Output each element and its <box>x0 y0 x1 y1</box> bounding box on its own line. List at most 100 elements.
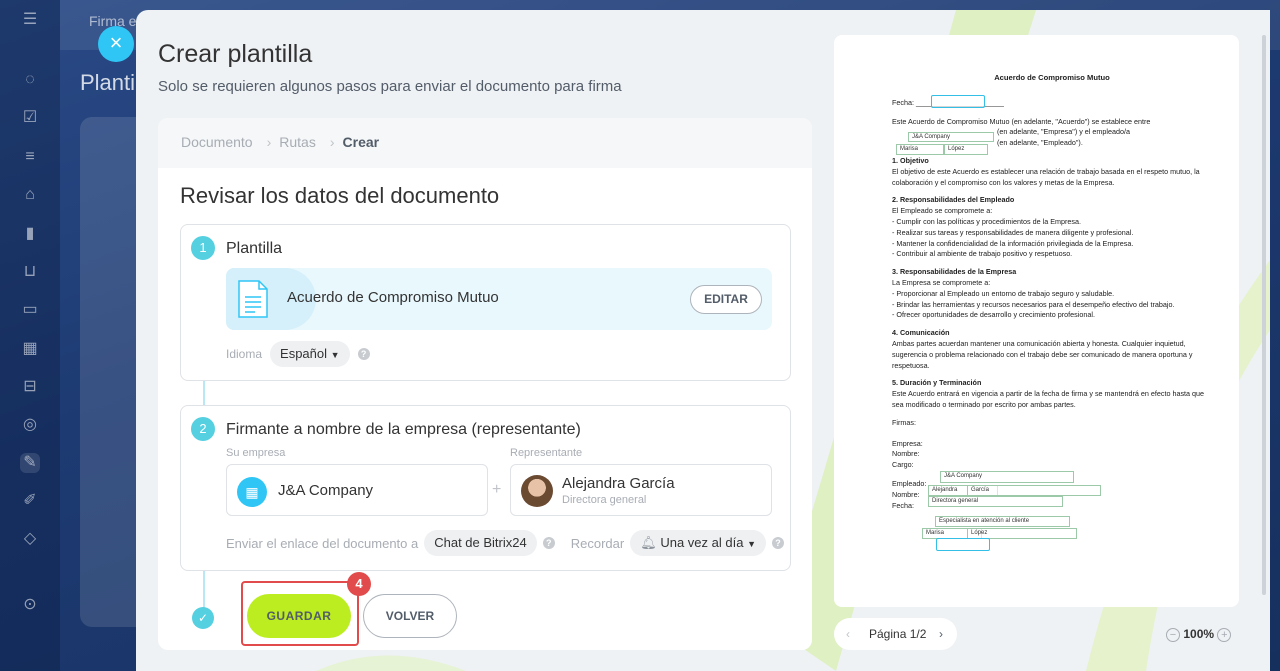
doc-sig-role-label: Cargo: <box>892 460 914 470</box>
breadcrumb-documento[interactable]: Documento <box>181 134 253 150</box>
language-label: Idioma <box>226 347 263 361</box>
doc-title: Acuerdo de Compromiso Mutuo <box>994 73 1110 82</box>
doc-s2-title: 2. Responsabilidades del Empleado <box>892 195 1015 205</box>
company-selector[interactable]: ▦ J&A Company <box>226 464 488 516</box>
doc-signatures-label: Firmas: <box>892 417 916 427</box>
representative-role: Directora general <box>562 494 647 506</box>
template-name: Acuerdo de Compromiso Mutuo <box>287 289 499 306</box>
template-heading: Plantilla <box>226 240 283 257</box>
send-link-select[interactable]: Chat de Bitrix24 <box>424 530 537 556</box>
contacts-icon[interactable]: ▭ <box>20 300 40 320</box>
shop-icon[interactable]: ⊔ <box>20 262 40 282</box>
doc-s4-title: 4. Comunicación <box>892 328 950 338</box>
zoom-in-icon[interactable]: + <box>1217 627 1232 642</box>
settings-icon[interactable]: ⊙ <box>20 595 40 615</box>
document-preview: Acuerdo de Compromiso Mutuo Fecha: _____… <box>834 35 1239 607</box>
zoom-out-icon[interactable]: − <box>1166 627 1180 642</box>
scrollbar[interactable] <box>1262 35 1266 595</box>
doc-s4-text: Ambas partes acuerdan mantener una comun… <box>892 338 1193 370</box>
plus-icon: + <box>492 481 502 498</box>
language-select[interactable]: Español ▼ <box>270 341 350 367</box>
doc-s3-title: 3. Responsabilidades de la Empresa <box>892 267 1017 277</box>
breadcrumb: Documento › Rutas › Crear <box>158 118 812 168</box>
employee-last-field[interactable]: López <box>944 144 988 155</box>
back-button[interactable]: VOLVER <box>363 594 457 638</box>
doc-s3-line: - Brindar las herramientas y recursos ne… <box>892 299 1175 309</box>
doc-intro-1: Este Acuerdo de Compromiso Mutuo (en ade… <box>892 116 1151 126</box>
edit-template-button[interactable]: EDITAR <box>690 285 762 314</box>
remind-select[interactable]: 🔔︎ Una vez al día ▼ <box>630 530 766 556</box>
zoom-control: − 100% + <box>1166 627 1232 642</box>
doc-s3-line: La Empresa se compromete a: <box>892 277 991 287</box>
send-link-label: Enviar el enlace del documento a <box>226 535 419 551</box>
doc-s5-text: Este Acuerdo entrará en vigencia a parti… <box>892 389 1205 409</box>
breadcrumb-rutas[interactable]: Rutas <box>279 134 316 150</box>
help-icon[interactable]: ? <box>357 348 370 360</box>
step-number: 2 <box>191 417 215 441</box>
left-menu: ☰ ◌ ☑ ≡ ⌂ ▮ ⊔ ▭ ▦ ⊟ ◎ ✎ ✐ ◇ ⊙ <box>0 0 60 671</box>
doc-s3-line: - Proporcionar al Empleado un entorno de… <box>892 288 1115 298</box>
language-value: Español <box>280 346 328 361</box>
company-label: Su empresa <box>226 447 286 459</box>
background-page-title: Planti <box>80 70 136 95</box>
tasks-icon[interactable]: ☑ <box>20 108 40 128</box>
doc-s2-line: - Cumplir con las políticas y procedimie… <box>892 216 1081 226</box>
section-title: Revisar los datos del documento <box>180 183 500 208</box>
document-icon <box>238 280 268 318</box>
doc-s3-line: - Ofrecer oportunidades de desarrollo y … <box>892 310 1095 320</box>
signer-heading: Firmante a nombre de la empresa (represe… <box>226 421 581 438</box>
highlight-frame <box>241 581 359 646</box>
sig-emp-role-field[interactable]: Especialista en atención al cliente <box>935 516 1070 527</box>
delivery-row: Enviar el enlace del documento a Chat de… <box>226 530 784 556</box>
doc-s5-title: 5. Duración y Terminación <box>892 378 982 388</box>
doc-s2-line: - Realizar sus tareas y responsabilidade… <box>892 227 1134 237</box>
help-icon[interactable]: ? <box>542 537 555 549</box>
employee-first-field[interactable]: Marisa <box>896 144 944 155</box>
caret-down-icon: ▼ <box>747 539 756 549</box>
sig-last-field[interactable]: García <box>967 485 1101 496</box>
chat-icon[interactable]: ◌ <box>20 70 40 90</box>
box-icon[interactable]: ◇ <box>20 529 40 549</box>
company-field[interactable]: J&A Company <box>908 132 994 142</box>
help-icon[interactable]: ? <box>772 537 784 549</box>
breadcrumb-crear: Crear <box>342 134 380 150</box>
step-number: 1 <box>191 236 215 260</box>
check-icon: ✓ <box>192 607 214 629</box>
bell-icon: 🔔︎ <box>640 535 657 550</box>
sig-emp-date-field[interactable] <box>936 538 990 551</box>
crm-icon[interactable]: ≡ <box>20 147 40 167</box>
sig-company-field[interactable]: J&A Company <box>940 471 1074 483</box>
analytics-icon[interactable]: ▮ <box>20 224 40 244</box>
doc-s2-line: - Contribuir al ambiente de trabajo posi… <box>892 249 1073 259</box>
doc-s1-title: 1. Objetivo <box>892 155 929 165</box>
wizard-panel: Documento › Rutas › Crear Revisar los datos … <box>158 118 812 650</box>
doc-s2-line: - Mantener la confidencialidad de la inf… <box>892 238 1134 248</box>
automation-icon[interactable]: ◎ <box>20 415 40 435</box>
slider-subtitle: Solo se requieren algunos pasos para env… <box>158 78 622 95</box>
chevron-right-icon: › <box>266 134 272 150</box>
representative-label: Representante <box>510 447 583 459</box>
language-row: Idioma Español ▼ ? <box>226 341 370 367</box>
representative-selector[interactable]: Alejandra García Directora general <box>510 464 772 516</box>
doc-s2-line: El Empleado se compromete a: <box>892 206 993 216</box>
calendar-icon[interactable]: ▦ <box>20 339 40 359</box>
menu-icon[interactable]: ☰ <box>20 10 40 30</box>
edit-icon[interactable]: ✐ <box>20 491 40 511</box>
signer-card: 2 Firmante a nombre de la empresa (repre… <box>180 405 791 571</box>
inventory-icon[interactable]: ⊟ <box>20 377 40 397</box>
representative-name: Alejandra García <box>562 475 675 492</box>
sites-icon[interactable]: ⌂ <box>20 185 40 205</box>
create-template-slider: Crear plantilla Solo se requieren alguno… <box>136 10 1270 671</box>
step-badge: 4 <box>347 572 371 596</box>
prev-page-icon[interactable]: ‹ <box>846 618 850 650</box>
close-slider-button[interactable]: × <box>98 26 134 62</box>
building-icon: ▦ <box>237 477 267 507</box>
next-page-icon[interactable]: › <box>939 618 943 650</box>
sig-role-field[interactable]: Directora general <box>928 496 1063 507</box>
remind-label: Recordar <box>570 535 625 551</box>
doc-sig-company-label: Empresa: <box>892 438 923 448</box>
date-label: Fecha: <box>892 97 914 107</box>
sign-icon[interactable]: ✎ <box>20 453 40 473</box>
template-card: 1 Plantilla Acuerdo de Compromiso Mutuo … <box>180 224 791 381</box>
date-field[interactable] <box>931 95 985 108</box>
